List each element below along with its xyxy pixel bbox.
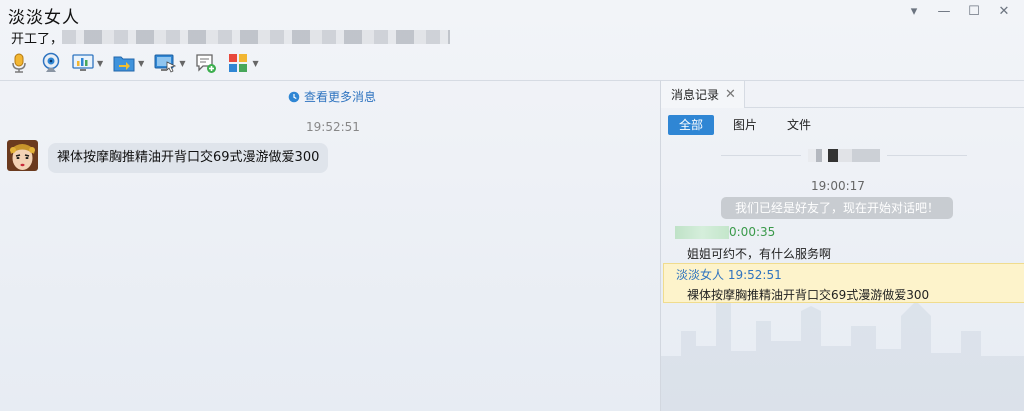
history-entry-time: 0:00:35 [729, 225, 776, 239]
message-history-panel: 消息记录 ✕ 全部 图片 文件 19:00:17 我们已经是好友了，现在开始对话… [660, 80, 1024, 411]
close-window-button[interactable]: ✕ [994, 4, 1014, 20]
message-timestamp: 19:52:51 [306, 120, 360, 134]
blurred-divider-label [808, 149, 880, 162]
remote-desktop-icon [154, 54, 177, 73]
tab-message-history[interactable]: 消息记录 ✕ [661, 81, 745, 108]
date-divider-left [721, 155, 801, 156]
filter-all[interactable]: 全部 [668, 115, 715, 135]
avatar[interactable] [7, 140, 38, 171]
view-more-messages-label: 查看更多消息 [304, 90, 377, 104]
maximize-button[interactable]: ☐ [964, 4, 984, 20]
remote-assist-button[interactable]: ▼ [152, 50, 187, 76]
chevron-down-icon[interactable]: ▼ [179, 59, 185, 68]
title-bar: 淡淡女人 开工了， ▾ — ☐ ✕ [0, 0, 1024, 48]
apps-grid-icon [229, 54, 248, 72]
apps-button[interactable]: ▼ [225, 50, 260, 76]
video-call-button[interactable] [38, 50, 64, 76]
avatar-image [7, 140, 38, 171]
menu-dropdown-button[interactable]: ▾ [904, 4, 924, 20]
history-highlighted-entry[interactable]: 淡淡女人 19:52:51 裸体按摩胸推精油开背口交69式漫游做爱300 [663, 263, 1024, 303]
microphone-icon [12, 53, 26, 73]
history-filter-tabs: 全部 图片 文件 [668, 115, 822, 135]
chevron-down-icon[interactable]: ▼ [252, 59, 258, 68]
message-bubble[interactable]: 裸体按摩胸推精油开背口交69式漫游做爱300 [48, 143, 329, 173]
history-message[interactable]: 姐姐可约不，有什么服务啊 [687, 245, 831, 262]
status-text-blurred [62, 30, 450, 44]
history-tab-bar: 消息记录 ✕ [661, 81, 1024, 108]
folder-arrow-icon [113, 56, 135, 72]
view-more-messages-link[interactable]: 查看更多消息 [288, 88, 376, 105]
window-controls: ▾ — ☐ ✕ [904, 4, 1014, 20]
history-message: 裸体按摩胸推精油开背口交69式漫游做爱300 [687, 288, 930, 302]
chat-add-icon [196, 54, 217, 73]
chat-pane[interactable]: 查看更多消息 19:52:51 裸体按摩胸推精油开背口交69式漫游做爱300 [0, 80, 660, 411]
system-message: 我们已经是好友了，现在开始对话吧！ [721, 197, 954, 219]
contact-name: 淡淡女人 [8, 8, 80, 28]
send-file-button[interactable]: ▼ [111, 50, 146, 76]
history-entry-header: 淡淡女人 19:52:51 [676, 268, 782, 282]
chevron-down-icon[interactable]: ▼ [97, 59, 103, 68]
close-icon[interactable]: ✕ [725, 87, 736, 102]
screen-share-button[interactable]: ▼ [70, 50, 105, 76]
tab-message-history-label: 消息记录 [671, 88, 720, 102]
chevron-down-icon[interactable]: ▼ [138, 59, 144, 68]
filter-images[interactable]: 图片 [722, 115, 768, 135]
clock-icon [288, 91, 300, 102]
status-text: 开工了， [11, 32, 64, 47]
chat-toolbar: ▼ ▼ ▼ ▼ [6, 50, 261, 76]
history-sender-blurred [675, 226, 729, 239]
minimize-button[interactable]: — [934, 4, 954, 20]
chart-monitor-icon [72, 54, 94, 71]
date-divider-right [887, 155, 967, 156]
new-chat-button[interactable] [193, 50, 219, 76]
history-timestamp: 19:00:17 [811, 179, 865, 193]
webcam-icon [42, 52, 60, 72]
filter-files[interactable]: 文件 [776, 115, 822, 135]
voice-call-button[interactable] [6, 50, 32, 76]
